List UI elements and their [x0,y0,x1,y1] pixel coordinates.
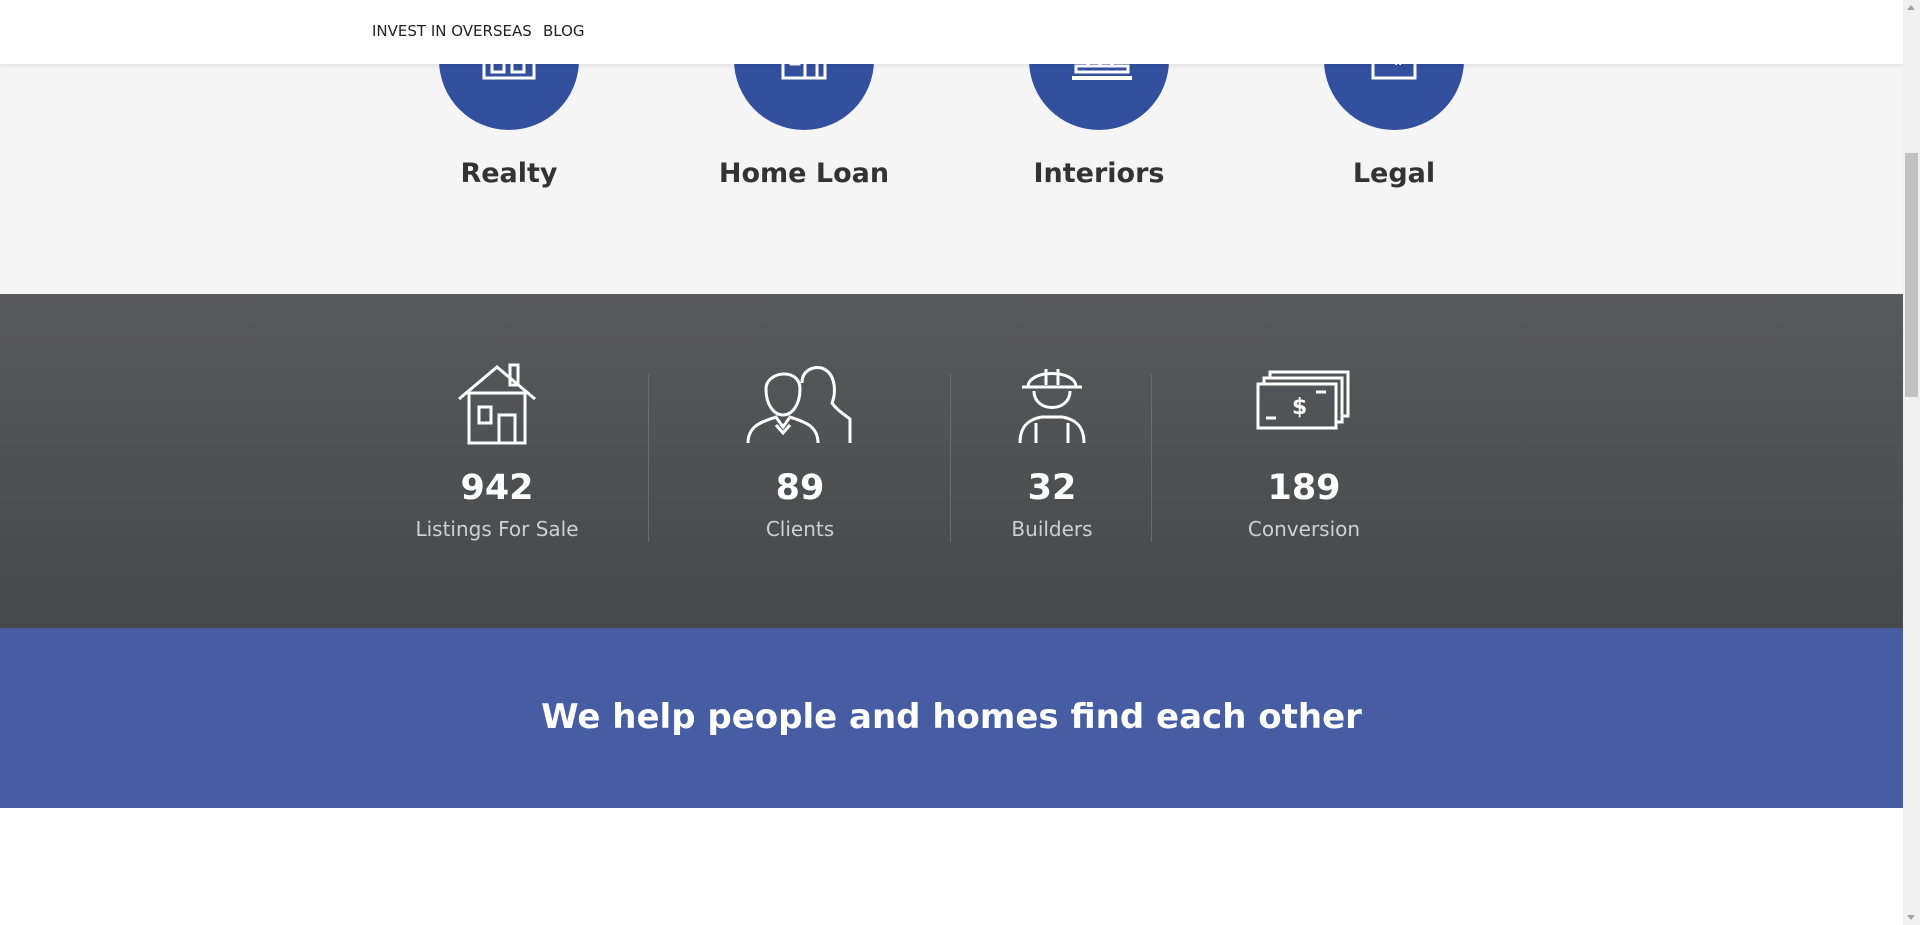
scroll-down-arrow-icon[interactable] [1907,915,1915,920]
tagline-banner: We help people and homes find each other [0,628,1903,808]
service-label: Interiors [1033,158,1165,189]
scroll-up-arrow-icon[interactable] [1907,5,1915,10]
stat-value: 89 [775,468,825,508]
stat-label: Clients [765,517,835,541]
stat-divider [950,374,951,542]
builder-hardhat-icon [1018,369,1086,444]
page-scrollbar[interactable] [1903,0,1920,925]
stat-value: 32 [1027,468,1077,508]
service-label: Realty [460,158,558,189]
svg-text:$: $ [1292,395,1307,420]
top-navigation: INVEST IN OVERSEAS BLOG [0,0,1903,64]
stat-divider [1151,374,1152,542]
nav-invest-in-overseas[interactable]: INVEST IN OVERSEAS [372,22,532,40]
stat-label: Builders [1011,517,1093,541]
nav-blog[interactable]: BLOG [543,22,585,40]
banner-headline: We help people and homes find each other [541,697,1362,737]
house-icon [458,363,536,445]
service-label: Legal [1352,158,1436,189]
stats-section: 942 Listings For Sale 89 Clients 32 Buil… [0,294,1903,628]
stat-value: 942 [460,468,534,508]
stat-label: Conversion [1247,517,1361,541]
stat-value: 189 [1267,468,1341,508]
money-stack-icon: $ [1256,370,1350,430]
page: Realty Home Loan Interiors Legal INVEST … [0,0,1903,925]
stat-label: Listings For Sale [415,517,579,541]
service-label: Home Loan [718,158,890,189]
scrollbar-thumb[interactable] [1905,153,1918,397]
people-icon [746,366,852,444]
stat-divider [648,374,649,542]
